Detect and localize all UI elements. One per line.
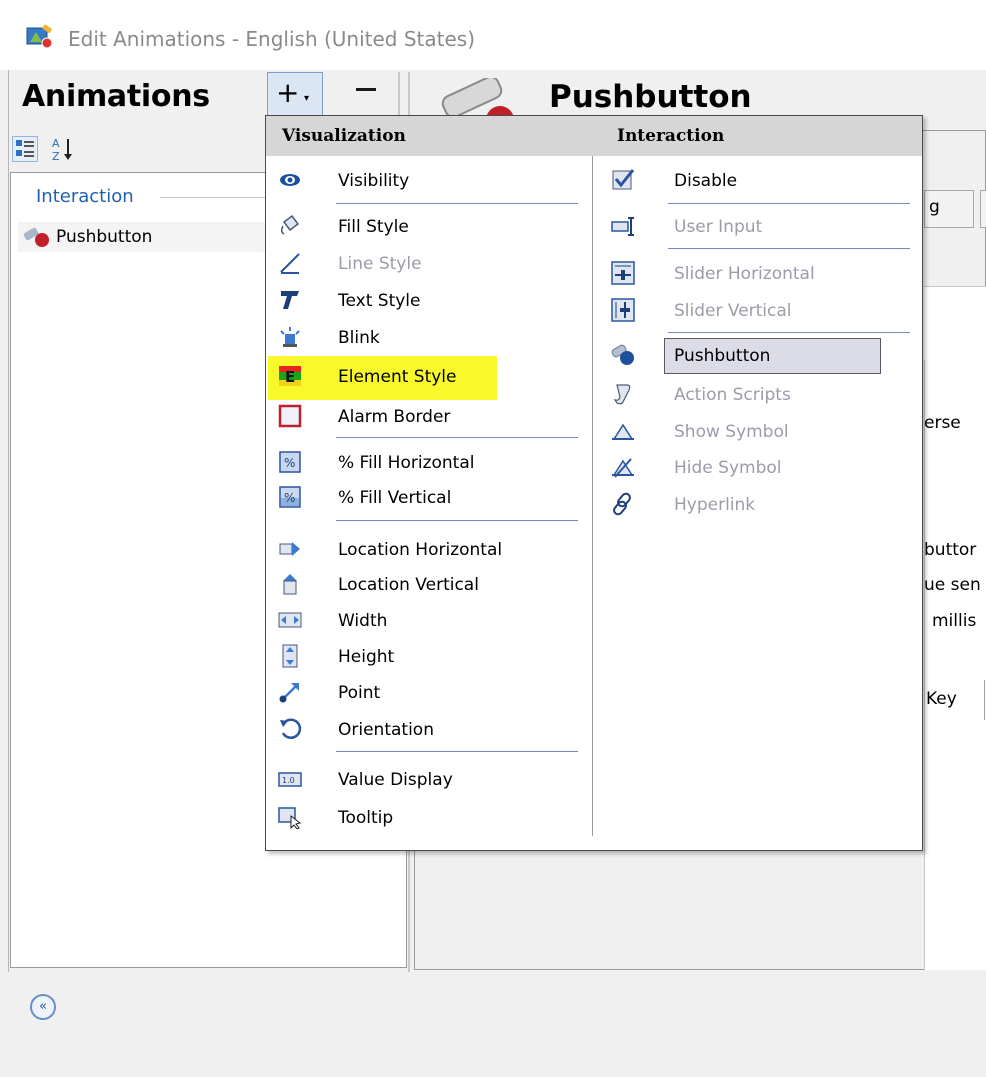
menu-column-divider [592,156,593,836]
menu-item-hide-symbol: Hide Symbol [611,451,911,485]
option-text-milliseconds: millis [932,611,977,631]
menu-item-text-style[interactable]: Text Style [278,284,578,318]
slider-horizontal-icon [611,261,635,285]
alarm-border-icon [278,404,302,428]
menu-item-value-display[interactable]: 1.0 Value Display [278,763,578,797]
chevron-down-icon: ▾ [304,93,310,104]
plus-icon: + [276,76,300,109]
slider-vertical-icon [611,298,635,322]
svg-text:A: A [52,137,60,150]
animations-title: Animations [22,79,210,114]
remove-animation-button[interactable] [348,78,384,110]
fill-horizontal-icon: % [279,451,301,473]
menu-item-location-horizontal[interactable]: Location Horizontal [278,533,578,567]
menu-separator [668,203,910,204]
group-label-interaction: Interaction [36,186,134,207]
menu-item-slider-horizontal: Slider Horizontal [611,257,911,291]
menu-separator [668,332,910,333]
menu-item-fill-style[interactable]: Fill Style [278,210,578,244]
paint-bucket-icon [280,214,300,235]
minus-icon [356,88,376,91]
menu-item-hyperlink: Hyperlink [611,488,911,522]
width-icon [278,612,302,628]
element-style-icon: E [279,366,301,386]
key-label: Key [926,689,957,709]
menu-separator [668,248,910,249]
menu-item-point[interactable]: Point [278,676,578,710]
menu-item-pushbutton[interactable]: Pushbutton [611,339,911,373]
animation-title: Pushbutton [549,79,752,115]
option-text-value-sent: ue sen [924,575,981,595]
menu-item-orientation[interactable]: Orientation [278,713,578,747]
pushbutton-icon [23,227,49,247]
menu-item-line-style: Line Style [278,247,578,281]
hyperlink-icon [613,492,631,516]
menu-item-alarm-border[interactable]: Alarm Border [278,400,578,434]
option-text-button: buttor [924,540,977,560]
show-symbol-icon [612,423,634,440]
properties-content [924,360,986,970]
svg-text:Z: Z [52,150,60,162]
menu-item-user-input: User Input [611,210,911,244]
edit-animations-app-icon [26,24,53,49]
add-animation-button[interactable]: + ▾ [267,72,323,116]
menu-item-visibility[interactable]: Visibility [278,164,578,198]
menu-separator [336,520,578,521]
svg-text:%: % [284,456,295,470]
property-field[interactable] [924,286,986,363]
categorized-view-icon[interactable] [12,136,38,162]
menu-header-interaction: Interaction [593,116,922,156]
location-horizontal-icon [279,542,300,556]
svg-text:E: E [285,368,295,386]
menu-item-element-style[interactable]: E Element Style [278,360,578,394]
menu-item-action-scripts: Action Scripts [611,378,911,412]
sort-alphabetical-icon[interactable]: A Z [50,136,90,163]
menu-item-disable[interactable]: Disable [611,164,911,198]
tab-partial-2[interactable] [980,190,986,228]
svg-text:1.0: 1.0 [282,776,295,785]
menu-item-fill-horizontal[interactable]: % % Fill Horizontal [278,446,578,480]
option-text-reverse: erse [924,413,961,433]
pen-line-icon [280,253,300,274]
disable-check-icon [612,169,635,190]
menu-separator [336,203,578,204]
menu-separator [336,437,578,438]
value-display-icon: 1.0 [278,772,302,787]
hide-symbol-icon [612,458,634,478]
menu-item-blink[interactable]: Blink [278,321,578,355]
menu-separator [336,751,578,752]
point-icon [279,683,299,703]
svg-text:%: % [284,491,295,505]
menu-item-slider-vertical: Slider Vertical [611,294,911,328]
menu-item-height[interactable]: Height [278,640,578,674]
menu-item-show-symbol: Show Symbol [611,415,911,449]
title-bar: Edit Animations - English (United States… [0,0,986,70]
list-item-label: Pushbutton [56,227,153,247]
pushbutton-icon [611,344,634,365]
tab-partial[interactable]: g [924,190,974,228]
text-style-icon [281,291,299,309]
location-vertical-icon [283,574,297,595]
collapse-icon[interactable]: « [30,994,56,1020]
menu-item-width[interactable]: Width [278,604,578,638]
menu-item-location-vertical[interactable]: Location Vertical [278,568,578,602]
blink-light-icon [280,327,300,347]
tooltip-icon [278,807,302,829]
menu-item-fill-vertical[interactable]: % % Fill Vertical [278,481,578,515]
bottom-bar [8,972,986,1077]
fill-vertical-icon: % [279,486,301,508]
menu-header-visualization: Visualization [266,116,593,156]
orientation-icon [280,718,302,739]
window-title: Edit Animations - English (United States… [68,27,476,51]
action-scripts-icon [613,384,631,405]
eye-icon [280,174,300,186]
height-icon [282,644,298,668]
menu-item-tooltip[interactable]: Tooltip [278,801,578,835]
user-input-icon [611,217,634,236]
header-divider [398,72,400,116]
